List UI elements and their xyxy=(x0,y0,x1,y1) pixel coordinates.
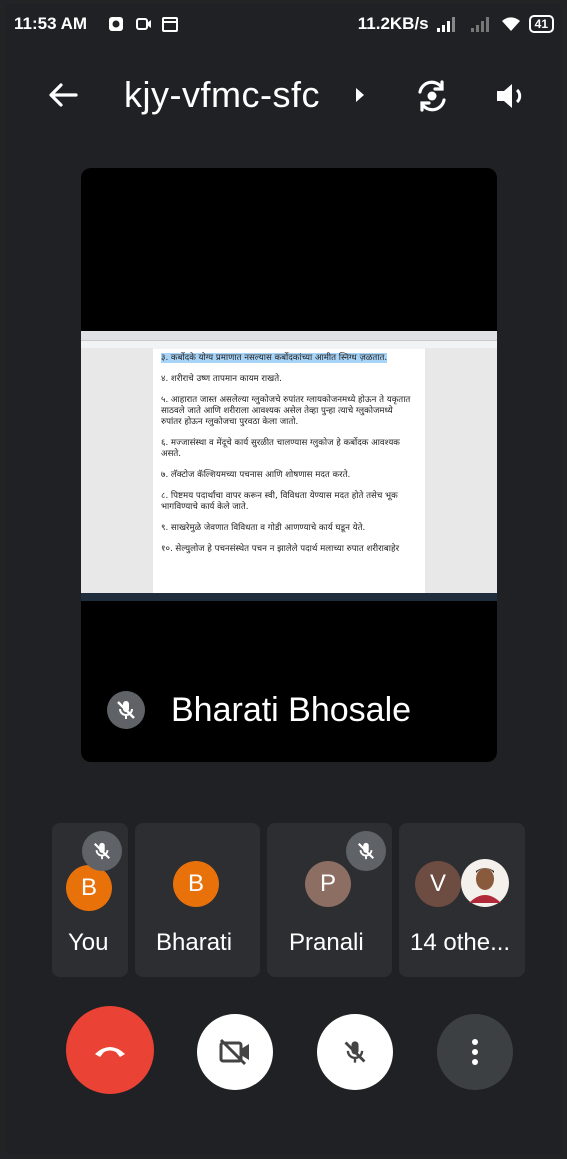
camera-off-icon xyxy=(219,1038,249,1066)
wifi-icon xyxy=(501,17,520,31)
shared-left-margin xyxy=(81,348,153,593)
chat-app-icon xyxy=(109,17,123,31)
active-speaker-name: Bharati Bhosale xyxy=(171,690,412,729)
participant-label: You xyxy=(68,929,109,956)
end-call-button[interactable] xyxy=(66,1006,154,1094)
participant-photo-avatar xyxy=(461,859,509,907)
net-speed: 11.2KB/s xyxy=(357,14,429,33)
speaker-name-row: Bharati Bhosale xyxy=(107,688,411,732)
participant-tile-others[interactable]: V 14 othe... xyxy=(399,823,525,977)
doc-line-1: ३. कर्बोदके योग्य प्रमाणात नसल्यास कर्बो… xyxy=(161,353,388,363)
mic-toggle-button[interactable] xyxy=(317,1014,393,1090)
participant-tile-you[interactable]: B You xyxy=(52,823,128,977)
doc-line-3: ५. आहारात जास्त असलेल्या ग्लुकोजचे रुपां… xyxy=(161,395,411,427)
shared-browser-tabbar xyxy=(81,331,497,341)
avatar-initial: B xyxy=(80,874,97,901)
participant-label: Pranali xyxy=(289,929,364,956)
avatar: V xyxy=(415,861,461,907)
meeting-details-chevron-icon[interactable] xyxy=(356,88,364,102)
status-bar: 11:53 AM 11.2KB/s 41 xyxy=(14,12,554,38)
mic-off-icon xyxy=(344,1041,366,1063)
participant-label: 14 othe... xyxy=(410,929,511,956)
shared-taskbar xyxy=(81,593,497,601)
avatar-initial: V xyxy=(429,870,446,897)
status-right: 11.2KB/s 41 xyxy=(358,14,554,34)
doc-line-6: ८. पिष्टमय पदार्थांचा वापर करून स्वी, वि… xyxy=(161,491,398,512)
calendar-app-icon xyxy=(162,17,178,32)
camera-toggle-button[interactable] xyxy=(197,1014,273,1090)
battery-indicator: 41 xyxy=(528,15,554,33)
avatar: B xyxy=(173,861,219,907)
avatar-initial: P xyxy=(319,870,336,897)
doc-line-7: ९. साखरेमुळे जेवणात विविधता व गोडी आणण्य… xyxy=(161,523,366,533)
participant-tile-pranali[interactable]: P Pranali xyxy=(267,823,392,977)
doc-line-8: १०. सेल्युलोज हे पचनसंस्थेत पचन न झालेले… xyxy=(161,544,400,554)
back-arrow-icon[interactable] xyxy=(46,78,80,112)
doc-line-5: ७. लॅक्टोज कॅल्शियमच्या पचनास आणि शोषणास… xyxy=(161,470,351,480)
screen-share-content: ३. कर्बोदके योग्य प्रमाणात नसल्यास कर्बो… xyxy=(81,331,497,601)
avatar: B xyxy=(66,865,112,911)
end-call-icon xyxy=(95,1047,125,1057)
shared-right-margin xyxy=(425,348,497,593)
meeting-code[interactable]: kjy-vfmc-sfc xyxy=(124,74,320,116)
signal-icon xyxy=(436,17,455,32)
participant-tile-bharati[interactable]: B Bharati xyxy=(135,823,260,977)
video-app-icon xyxy=(136,18,151,30)
doc-line-4: ६. मज्जासंस्था व मेंदूचे कार्य सुरळीत चा… xyxy=(161,438,400,459)
mic-off-icon xyxy=(82,831,122,871)
doc-line-2: ४. शरीराचे उष्ण तापमान कायम राखते. xyxy=(161,374,282,384)
signal-2-icon xyxy=(470,17,489,32)
speaker-icon[interactable] xyxy=(494,80,528,112)
switch-camera-icon[interactable] xyxy=(414,78,450,114)
shared-document-page: ३. कर्बोदके योग्य प्रमाणात नसल्यास कर्बो… xyxy=(161,353,411,591)
speaker-mic-off-icon xyxy=(107,691,145,729)
more-options-button[interactable] xyxy=(437,1014,513,1090)
avatar: P xyxy=(305,861,351,907)
meeting-top-bar: kjy-vfmc-sfc xyxy=(0,70,567,126)
more-vert-icon xyxy=(472,1039,478,1065)
active-speaker-tile[interactable]: ३. कर्बोदके योग्य प्रमाणात नसल्यास कर्बो… xyxy=(81,168,497,762)
status-time: 11:53 AM xyxy=(14,14,88,33)
avatar-initial: B xyxy=(187,870,204,897)
mic-off-icon xyxy=(346,831,386,871)
participant-label: Bharati xyxy=(156,929,233,956)
